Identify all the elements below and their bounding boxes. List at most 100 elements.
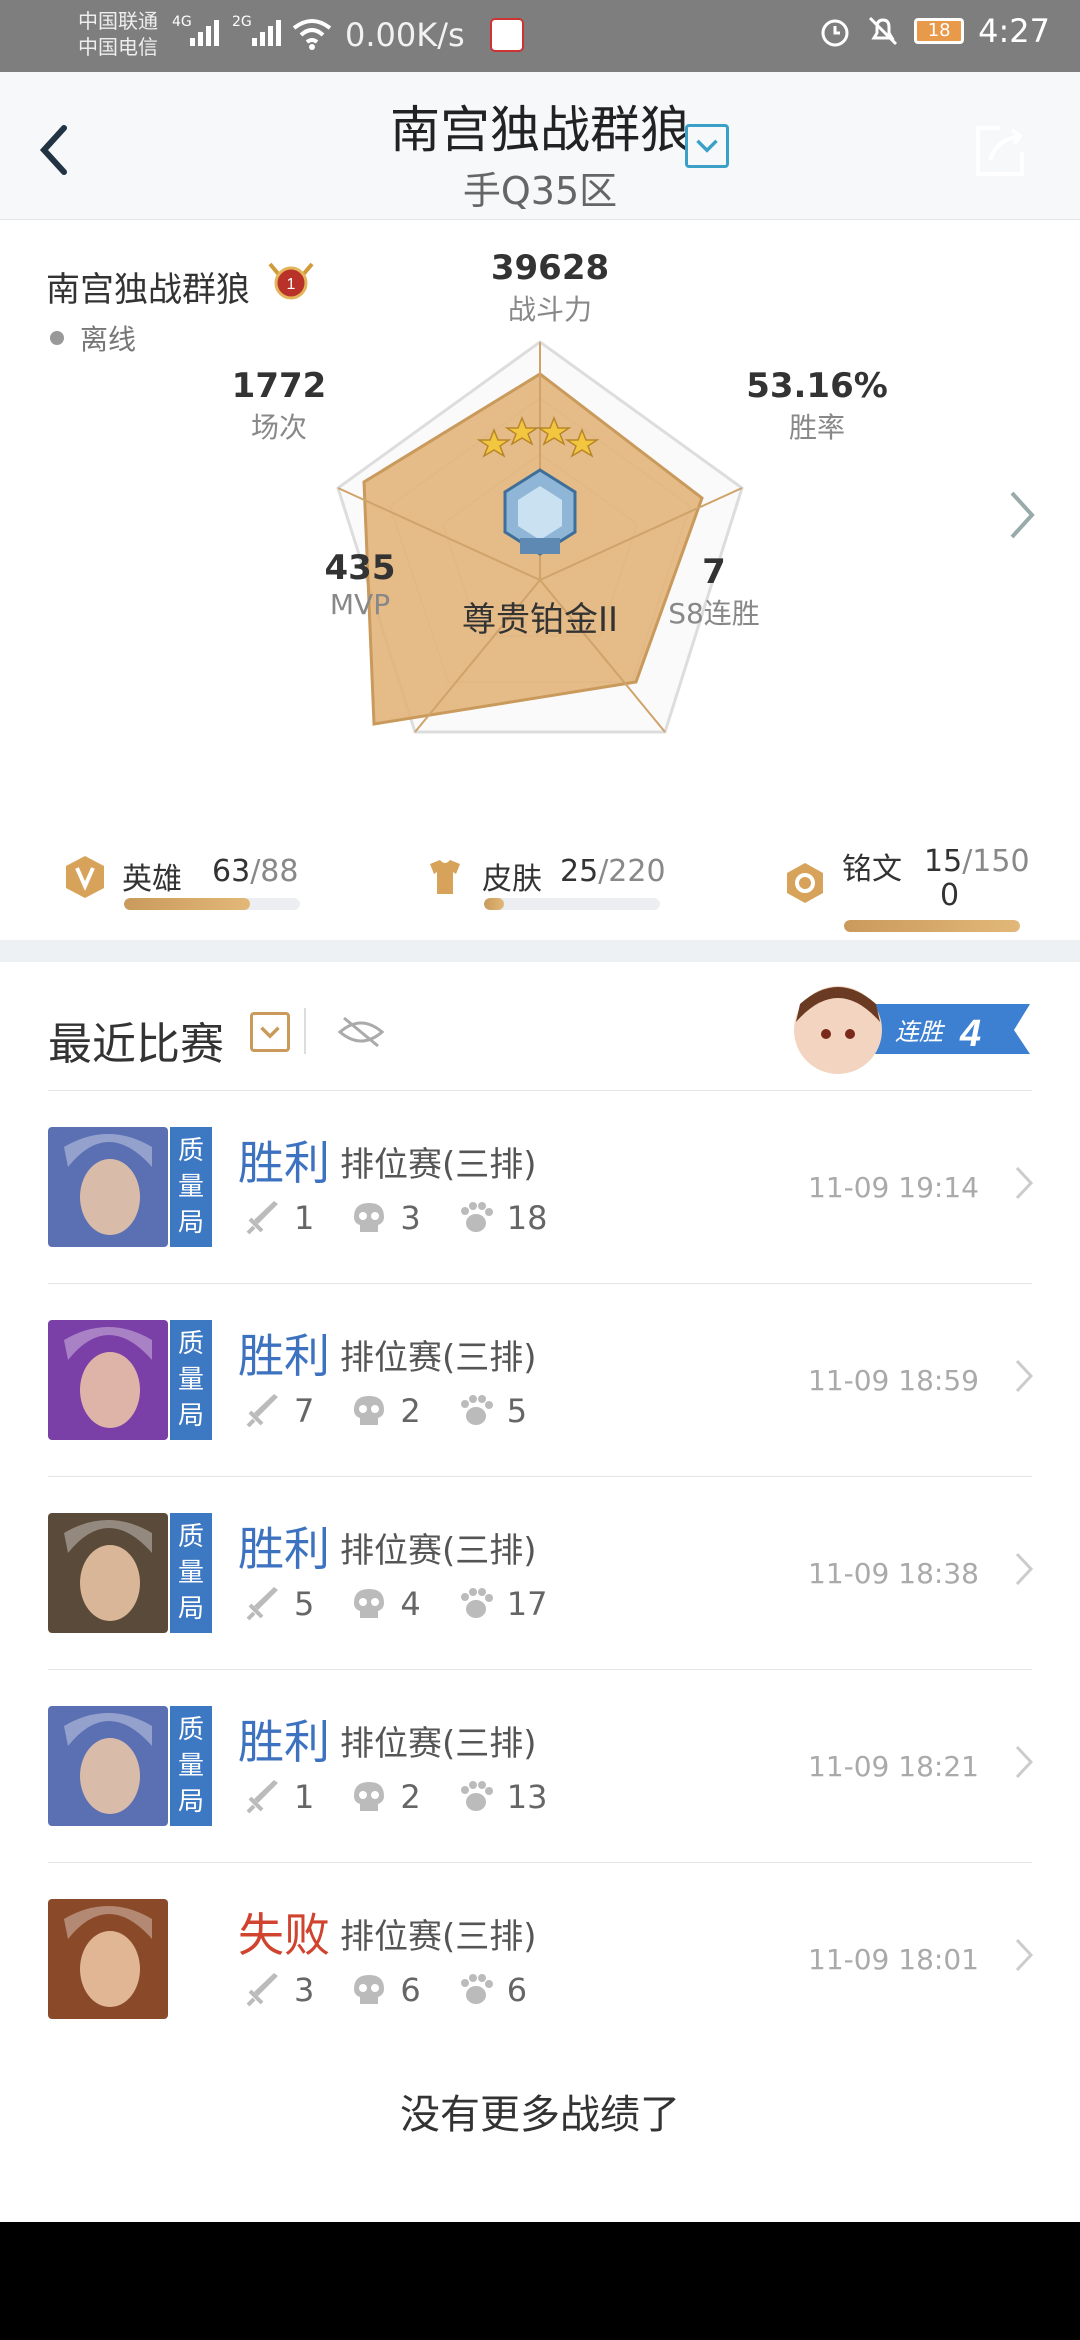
match-row[interactable]: 质量局胜利 排位赛(三排) 7 2 5 11-09 18:59 <box>48 1283 1034 1476</box>
chevron-right-icon[interactable] <box>1014 1937 1034 1973</box>
inscriptions-count[interactable] <box>782 860 842 906</box>
sword-icon <box>246 1201 278 1235</box>
paw-icon <box>460 1781 493 1811</box>
chevron-right-icon[interactable] <box>1014 1165 1034 1201</box>
sword-icon <box>246 1973 278 2007</box>
net-speed: 0.00K/s <box>345 16 465 54</box>
paw-icon <box>460 1202 493 1232</box>
match-row[interactable]: 质量局胜利 排位赛(三排) 5 4 17 11-09 18:38 <box>48 1476 1034 1669</box>
section-divider <box>0 940 1080 962</box>
skins-owned: 25 <box>560 854 599 889</box>
share-button[interactable] <box>970 122 1030 182</box>
chevron-right-icon[interactable] <box>1014 1358 1034 1394</box>
stat-games-value: 1772 <box>231 366 327 406</box>
skull-icon <box>354 1589 385 1618</box>
chevron-right-icon[interactable] <box>1014 1551 1034 1587</box>
heroes-count[interactable]: 英雄 63/88 <box>62 854 298 900</box>
hero-avatar <box>48 1320 168 1440</box>
streak-count: 4 <box>959 1013 981 1055</box>
signal-type-1: 4G <box>172 14 192 30</box>
deaths: 2 <box>400 1392 421 1430</box>
recent-filter-dropdown[interactable] <box>250 1012 290 1052</box>
account-dropdown-button[interactable] <box>685 124 729 168</box>
deaths: 2 <box>400 1778 421 1816</box>
collection-counts: 英雄 63/88 皮肤 25/220 铭文 15/150 0 <box>0 844 1080 932</box>
match-result: 胜利 <box>238 1715 330 1769</box>
match-row[interactable]: 质量局胜利 排位赛(三排) 1 2 13 11-09 18:21 <box>48 1669 1034 1862</box>
clock: 4:27 <box>978 12 1050 50</box>
rank-name: 尊贵铂金II <box>461 600 619 640</box>
header: 南宫独战群狼 手Q35区 <box>0 72 1080 220</box>
skull-icon <box>354 1203 385 1232</box>
status-bar: 中国联通 中国电信 4G 2G 0.00K/s 18 4:27 <box>0 0 1080 72</box>
stat-winrate-label: 胜率 <box>788 411 845 444</box>
inscriptions-label: 铭文 <box>842 852 902 887</box>
online-status-label: 离线 <box>80 323 137 356</box>
heroes-label: 英雄 <box>122 862 182 897</box>
player-name: 南宫独战群狼 <box>46 270 250 310</box>
level-badge-number: 1 <box>287 276 296 293</box>
battery-icon: 18 <box>914 18 965 44</box>
match-kda: 5 4 17 <box>244 1585 583 1623</box>
match-row[interactable]: 质量局胜利 排位赛(三排) 1 3 18 11-09 19:14 <box>48 1090 1034 1283</box>
match-result: 失败 <box>238 1908 330 1962</box>
page-title: 南宫独战群狼 <box>390 101 690 159</box>
wifi-icon <box>292 19 332 50</box>
sword-icon <box>246 1780 278 1814</box>
deaths: 6 <box>400 1971 421 2009</box>
kills: 1 <box>294 1199 315 1237</box>
quality-match-tag: 质量局 <box>170 1127 212 1247</box>
match-result: 胜利 <box>238 1329 330 1383</box>
quality-match-tag: 质量局 <box>170 1706 212 1826</box>
separator <box>304 1008 306 1054</box>
match-result: 胜利 <box>238 1136 330 1190</box>
chevron-right-icon[interactable] <box>1002 485 1042 545</box>
match-time: 11-09 18:21 <box>808 1750 979 1783</box>
match-kda: 1 3 18 <box>244 1199 583 1237</box>
hero-avatar <box>48 1899 168 2019</box>
heroes-progress-fill <box>124 898 251 910</box>
sword-icon <box>246 1394 278 1428</box>
hero-avatar <box>48 1127 168 1247</box>
match-time: 11-09 18:38 <box>808 1557 979 1590</box>
inscriptions-progress <box>844 920 1020 932</box>
streak-label: 连胜 <box>895 1019 946 1046</box>
inscription-icon <box>787 863 823 903</box>
stat-games: 1772 场次 <box>214 366 344 446</box>
skins-label: 皮肤 <box>482 862 542 897</box>
assists: 18 <box>506 1199 548 1237</box>
stat-winrate-value: 53.16% <box>746 366 888 406</box>
deaths: 3 <box>400 1199 421 1237</box>
hero-avatar <box>48 1513 168 1633</box>
hero-avatar <box>48 1706 168 1826</box>
page: 南宫独战群狼 手Q35区 南宫独战群狼 1 离线 39628 战斗力 1772 … <box>0 72 1080 2222</box>
match-result: 胜利 <box>238 1522 330 1576</box>
match-mode: 排位赛(三排) <box>340 1531 537 1571</box>
quality-match-tag: 质量局 <box>170 1513 212 1633</box>
inscriptions-total: /150 <box>962 844 1030 879</box>
match-row[interactable]: 失败 排位赛(三排) 3 6 6 11-09 18:01 <box>48 1862 1034 2055</box>
match-time: 11-09 18:01 <box>808 1943 979 1976</box>
status-right: 18 4:27 <box>818 12 1050 50</box>
carrier-1: 中国联通 <box>78 9 158 33</box>
paw-icon <box>460 1588 493 1618</box>
stat-mvp-value: 435 <box>324 548 396 588</box>
stat-streak-value: 7 <box>702 552 726 592</box>
no-more-records: 没有更多战绩了 <box>400 2092 680 2138</box>
level-badge-icon: 1 <box>268 262 314 300</box>
skins-progress-fill <box>484 898 505 910</box>
match-time: 11-09 18:59 <box>808 1364 979 1397</box>
skins-count[interactable]: 皮肤 25/220 <box>422 854 666 900</box>
match-kda: 1 2 13 <box>244 1778 583 1816</box>
inscriptions-extra: 0 <box>940 878 960 913</box>
match-mode: 排位赛(三排) <box>340 1338 537 1378</box>
chevron-right-icon[interactable] <box>1014 1744 1034 1780</box>
online-status: 离线 <box>50 318 136 358</box>
carrier-labels: 中国联通 中国电信 <box>78 8 158 60</box>
recent-title: 最近比赛 <box>48 1019 224 1070</box>
inscriptions-owned: 15 <box>924 844 963 879</box>
carrier-2: 中国电信 <box>78 35 158 59</box>
alarm-icon <box>821 19 849 47</box>
skull-icon <box>354 1396 385 1425</box>
eye-hidden-icon[interactable] <box>336 1012 386 1052</box>
